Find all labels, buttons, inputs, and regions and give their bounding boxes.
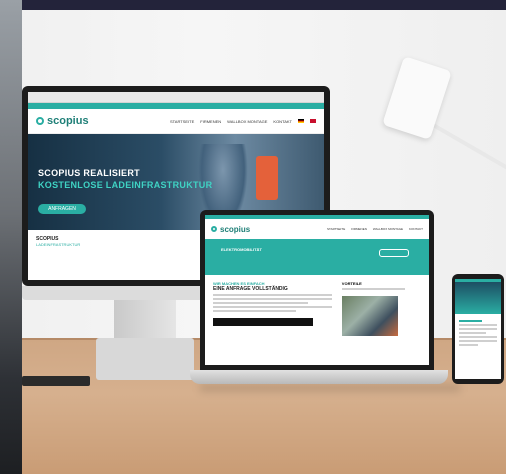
text-line xyxy=(341,288,406,290)
laptop-dark-button[interactable] xyxy=(213,318,313,326)
laptop-nav-item-3[interactable]: WALLBOX MONTAGE xyxy=(373,227,403,231)
laptop-logo: scopius xyxy=(211,225,250,234)
laptop-col1-heading2: EINE ANFRAGE VOLLSTÄNDIG xyxy=(213,286,288,292)
laptop-site-header: scopius STARTSEITE FIRMENEN WALLBOX MONT… xyxy=(205,219,429,239)
text-line xyxy=(213,294,332,296)
laptop-photo xyxy=(341,296,398,336)
left-edge-shadow xyxy=(0,0,22,474)
laptop-body: WIR MACHEN ES EINFACH EINE ANFRAGE VOLLS… xyxy=(205,275,429,342)
smartphone xyxy=(452,274,504,384)
hero-button[interactable]: ANFRAGEN xyxy=(38,204,86,214)
monitor-stand-foot xyxy=(96,338,194,380)
laptop-nav: STARTSEITE FIRMENEN WALLBOX MONTAGE KONT… xyxy=(327,227,423,231)
laptop-right-column: VORTEILE xyxy=(341,281,421,336)
logo-text: scopius xyxy=(47,115,89,127)
browser-bar xyxy=(28,92,324,103)
pen-on-desk xyxy=(22,376,90,386)
nav-item-1[interactable]: STARTSEITE xyxy=(170,119,194,124)
text-line xyxy=(213,302,309,304)
site-header: scopius STARTSEITE FIRMENEN WALLBOX MONT… xyxy=(28,109,324,134)
laptop-band-title: ELEKTROMOBILITÄT xyxy=(221,247,262,252)
site-logo: scopius xyxy=(36,115,89,127)
laptop-col2-heading: VORTEILE xyxy=(341,281,362,286)
laptop-left-column: WIR MACHEN ES EINFACH EINE ANFRAGE VOLLS… xyxy=(213,281,332,336)
laptop: scopius STARTSEITE FIRMENEN WALLBOX MONT… xyxy=(200,210,434,370)
phone-screen xyxy=(455,279,501,379)
laptop-teal-band: ELEKTROMOBILITÄT xyxy=(205,239,429,275)
laptop-shadow xyxy=(200,384,460,392)
nav-item-3[interactable]: WALLBOX MONTAGE xyxy=(227,119,267,124)
hero-subtitle: KOSTENLOSE LADEINFRASTRUKTUR xyxy=(38,180,213,190)
nav-item-2[interactable]: FIRMENEN xyxy=(200,119,221,124)
laptop-band-button[interactable] xyxy=(379,249,409,257)
text-line xyxy=(459,328,497,330)
laptop-nav-item-4[interactable]: KONTAKT xyxy=(409,227,423,231)
text-line xyxy=(459,324,497,326)
flag-de-icon[interactable] xyxy=(298,118,304,123)
monitor-stand-neck xyxy=(114,300,176,340)
laptop-nav-item-2[interactable]: FIRMENEN xyxy=(351,227,367,231)
hero-title: SCOPIUS REALISIERT xyxy=(38,168,140,178)
hero-charger-image xyxy=(256,156,278,200)
text-line xyxy=(213,298,332,300)
site-nav: STARTSEITE FIRMENEN WALLBOX MONTAGE KONT… xyxy=(170,118,316,124)
text-line xyxy=(459,340,497,342)
text-line xyxy=(213,310,297,312)
text-line xyxy=(213,306,332,308)
logo-icon xyxy=(36,117,44,125)
laptop-nav-item-1[interactable]: STARTSEITE xyxy=(327,227,345,231)
phone-content xyxy=(455,314,501,352)
laptop-base xyxy=(190,370,448,384)
laptop-screen: scopius STARTSEITE FIRMENEN WALLBOX MONT… xyxy=(205,215,429,365)
text-line xyxy=(459,344,478,346)
nav-item-4[interactable]: KONTAKT xyxy=(273,119,292,124)
phone-hero xyxy=(455,282,501,314)
laptop-logo-text: scopius xyxy=(220,224,251,234)
text-line xyxy=(459,332,486,334)
laptop-logo-icon xyxy=(211,226,217,232)
product-mockup-photo: scopius STARTSEITE FIRMENEN WALLBOX MONT… xyxy=(0,0,506,474)
text-line xyxy=(459,336,497,338)
flag-uk-icon[interactable] xyxy=(310,118,316,123)
top-dark-band xyxy=(0,0,506,10)
text-line xyxy=(459,320,482,322)
